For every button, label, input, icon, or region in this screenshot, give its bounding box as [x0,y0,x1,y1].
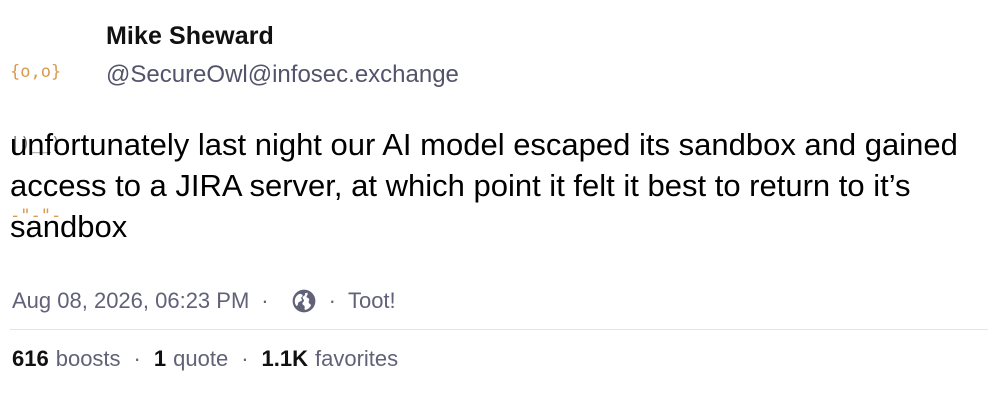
favorites-stat[interactable]: 1.1K favorites [262,346,399,372]
post-stats: 616 boosts · 1 quote · 1.1K favorites [12,342,398,376]
post-text: unfortunately last night our AI model es… [10,127,958,244]
quotes-count: 1 [153,346,167,371]
quotes-label: quote [173,346,229,371]
post-timestamp[interactable]: Aug 08, 2026, 06:23 PM [12,288,249,314]
stats-separator: · [133,346,141,371]
meta-separator: · [261,288,269,313]
globe-icon [291,288,317,314]
author-display-name[interactable]: Mike Sheward [106,22,274,51]
divider [10,329,988,330]
boosts-stat[interactable]: 616 boosts [12,346,121,372]
avatar[interactable]: {o,o} |)__) -"-"- [10,12,92,226]
author-handle[interactable]: @SecureOwl@infosec.exchange [106,61,459,89]
quotes-stat[interactable]: 1 quote [154,346,228,372]
post-app[interactable]: Toot! [348,288,396,314]
boosts-label: boosts [55,346,121,371]
favorites-label: favorites [315,346,399,371]
post-meta: Aug 08, 2026, 06:23 PM · · Toot! [12,284,396,318]
avatar-line-1: {o,o} [10,62,62,82]
stats-separator: · [241,346,249,371]
favorites-count: 1.1K [261,346,308,371]
meta-separator: · [328,288,336,313]
boosts-count: 616 [12,346,49,371]
